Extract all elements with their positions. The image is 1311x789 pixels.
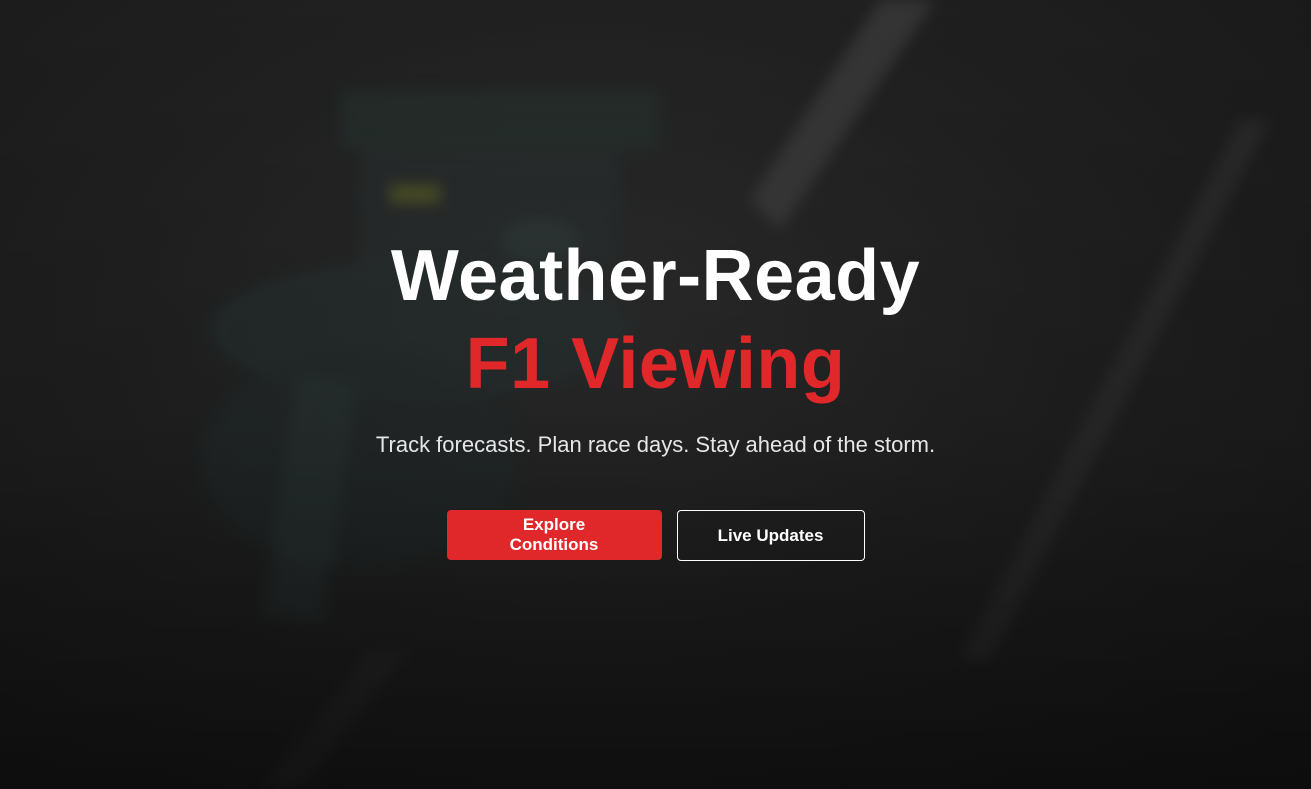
headline-line-primary: Weather-Ready [390, 236, 921, 316]
explore-conditions-button[interactable]: Explore Conditions [446, 510, 662, 560]
hero-headline: Weather-Ready F1 Viewing [0, 232, 1311, 408]
cta-button-group: Explore Conditions Live Updates [0, 510, 1311, 561]
headline-line-accent: F1 Viewing [465, 324, 846, 404]
hero-content: Weather-Ready F1 Viewing Track forecasts… [0, 232, 1311, 561]
hero-tagline: Track forecasts. Plan race days. Stay ah… [375, 432, 936, 457]
hero-section: Weather-Ready F1 Viewing Track forecasts… [0, 0, 1311, 789]
live-updates-button[interactable]: Live Updates [676, 510, 865, 561]
